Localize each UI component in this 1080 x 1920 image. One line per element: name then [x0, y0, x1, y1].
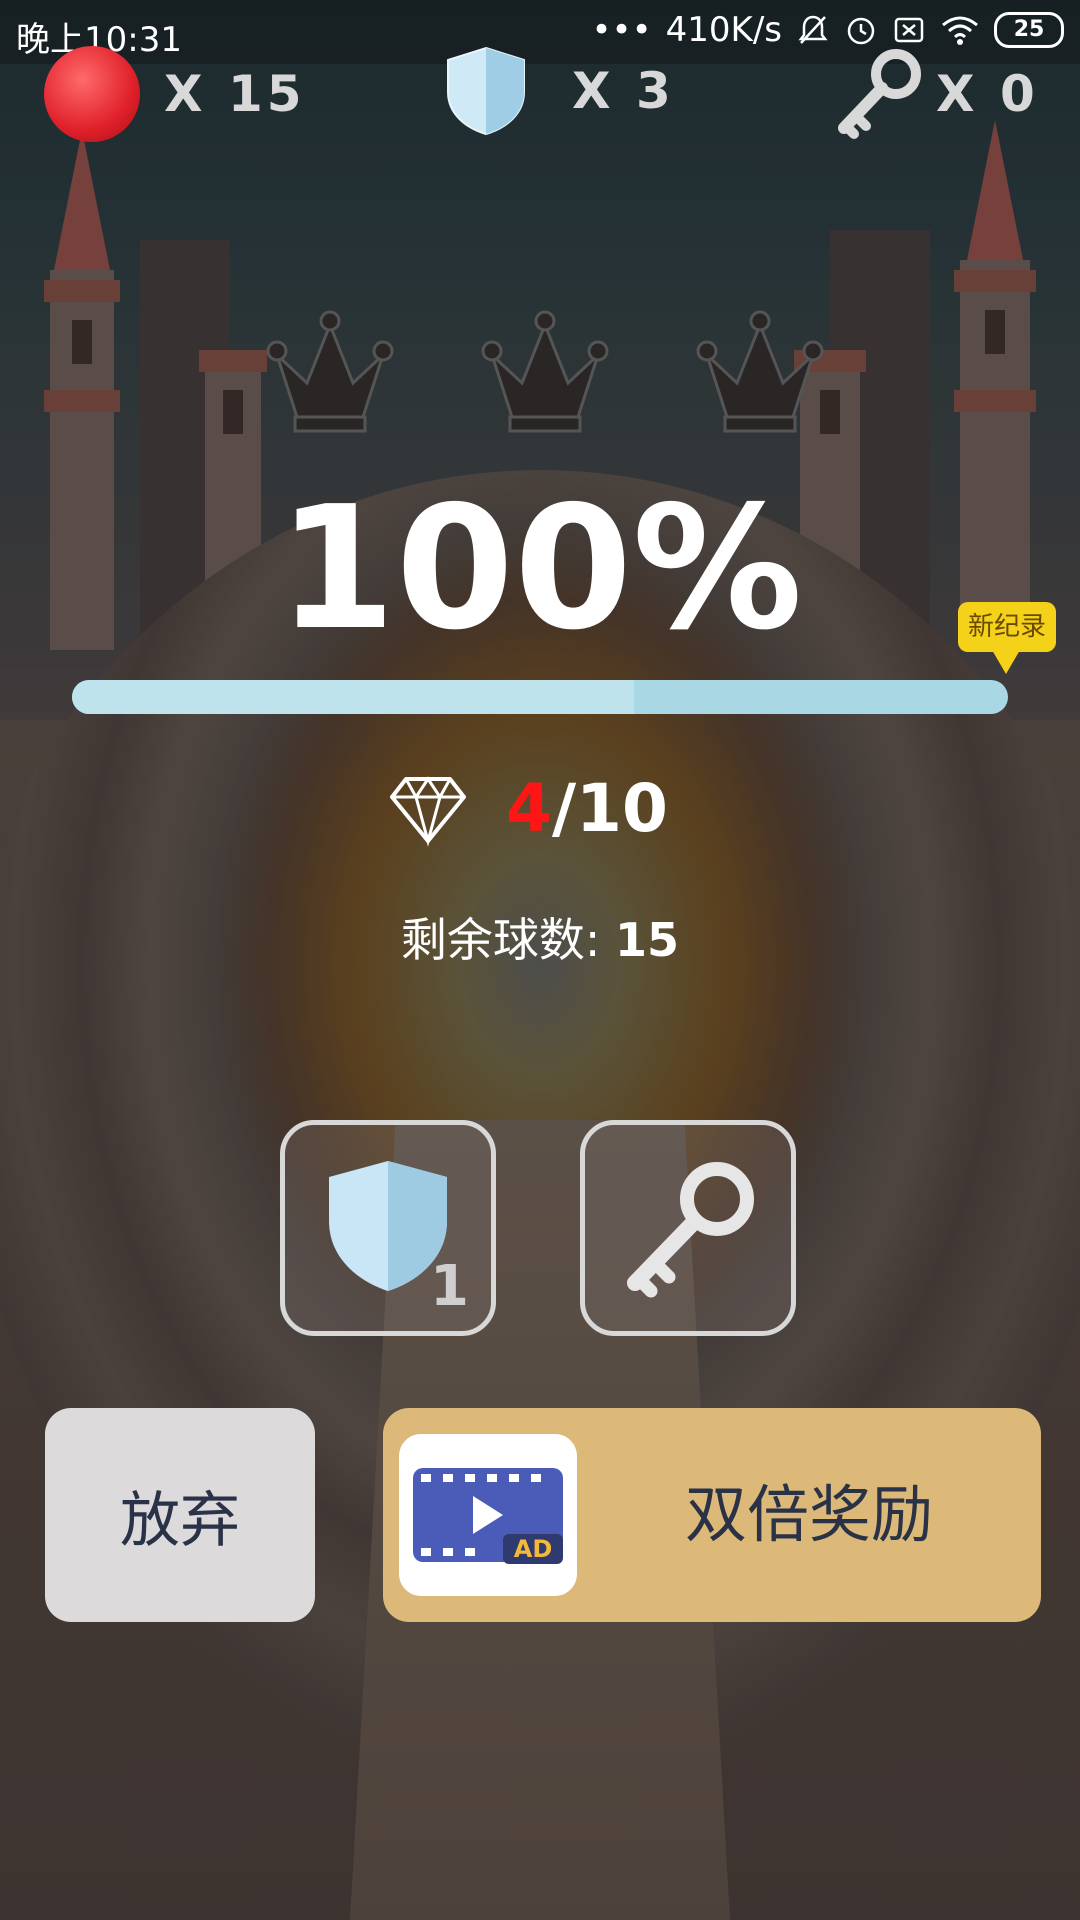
gem-counter: 4/10: [390, 770, 668, 847]
video-ad-icon: AD: [413, 1468, 563, 1564]
red-ball-icon: [44, 46, 140, 142]
double-reward-button[interactable]: AD 双倍奖励: [383, 1408, 1041, 1622]
sim-disabled-icon: [894, 17, 924, 43]
crown-icon: [266, 310, 394, 433]
give-up-button[interactable]: 放弃: [45, 1408, 315, 1622]
key-counter: X 0: [830, 46, 1039, 142]
remaining-balls: 剩余球数: 15: [0, 904, 1080, 970]
crown-rating: [255, 305, 835, 445]
status-right: ••• 410K/s 25: [591, 10, 1064, 50]
crown-icon: [696, 310, 824, 433]
ad-video-tile: AD: [399, 1434, 577, 1596]
mute-bell-icon: [798, 15, 828, 44]
key-item-button[interactable]: [580, 1120, 796, 1336]
ad-label: AD: [514, 1535, 553, 1563]
crown-icon: [481, 310, 609, 433]
shield-item-count: 1: [430, 1254, 469, 1319]
shield-count: X 3: [572, 62, 675, 120]
ball-count: X 15: [164, 65, 306, 123]
more-dots-icon: •••: [591, 10, 652, 50]
key-icon: [627, 1162, 754, 1298]
key-icon: [838, 49, 921, 139]
gem-current: 4: [506, 770, 552, 847]
shield-item-button[interactable]: 1: [280, 1120, 496, 1336]
ball-counter: X 15: [44, 46, 306, 142]
new-record-badge: 新纪录: [958, 602, 1056, 674]
gem-total: 10: [576, 770, 668, 847]
remaining-label: 剩余球数:: [400, 913, 601, 967]
shield-counter: X 3: [444, 46, 675, 136]
remaining-value: 15: [615, 913, 680, 967]
shield-icon: [447, 46, 525, 136]
alarm-icon: [847, 17, 875, 45]
gem-count: 4/10: [506, 770, 668, 847]
progress-fill: [72, 680, 634, 714]
wifi-icon: [942, 16, 978, 45]
completion-percent: 100%: [277, 470, 803, 668]
network-speed: 410K/s: [665, 10, 782, 50]
progress-bar: [72, 680, 1008, 714]
battery-indicator: 25: [994, 12, 1064, 48]
gem-separator: /: [551, 770, 577, 847]
double-reward-label: 双倍奖励: [684, 1478, 933, 1551]
key-count: X 0: [936, 65, 1039, 123]
diamond-icon: [390, 775, 466, 847]
